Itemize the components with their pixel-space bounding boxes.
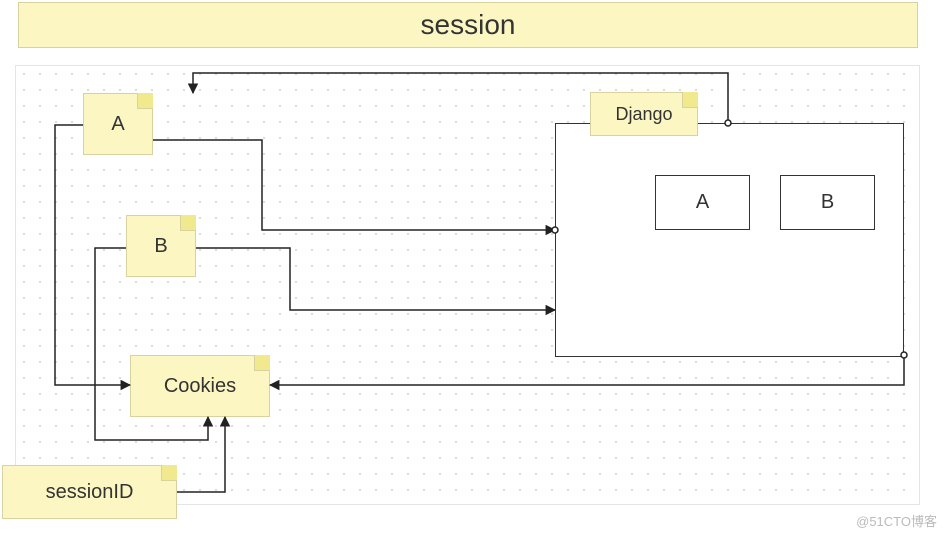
note-cookies-label: Cookies <box>164 375 236 398</box>
folded-corner-icon <box>137 93 153 109</box>
server-box-a-label: A <box>696 191 709 214</box>
note-sessionid-label: sessionID <box>46 481 134 504</box>
note-django-label: Django <box>615 104 672 125</box>
note-b-label: B <box>154 235 167 258</box>
note-cookies: Cookies <box>130 355 270 417</box>
note-a-label: A <box>111 113 124 136</box>
note-django: Django <box>590 92 698 136</box>
folded-corner-icon <box>254 355 270 371</box>
django-container <box>555 123 904 357</box>
title-note: session <box>18 2 918 48</box>
note-b: B <box>126 215 196 277</box>
server-box-b: B <box>780 175 875 230</box>
folded-corner-icon <box>682 92 698 108</box>
watermark: @51CTO博客 <box>856 511 937 530</box>
note-a: A <box>83 93 153 155</box>
folded-corner-icon <box>180 215 196 231</box>
server-box-a: A <box>655 175 750 230</box>
title-text: session <box>421 9 516 41</box>
note-sessionid: sessionID <box>2 465 177 519</box>
folded-corner-icon <box>161 465 177 481</box>
server-box-b-label: B <box>821 191 834 214</box>
